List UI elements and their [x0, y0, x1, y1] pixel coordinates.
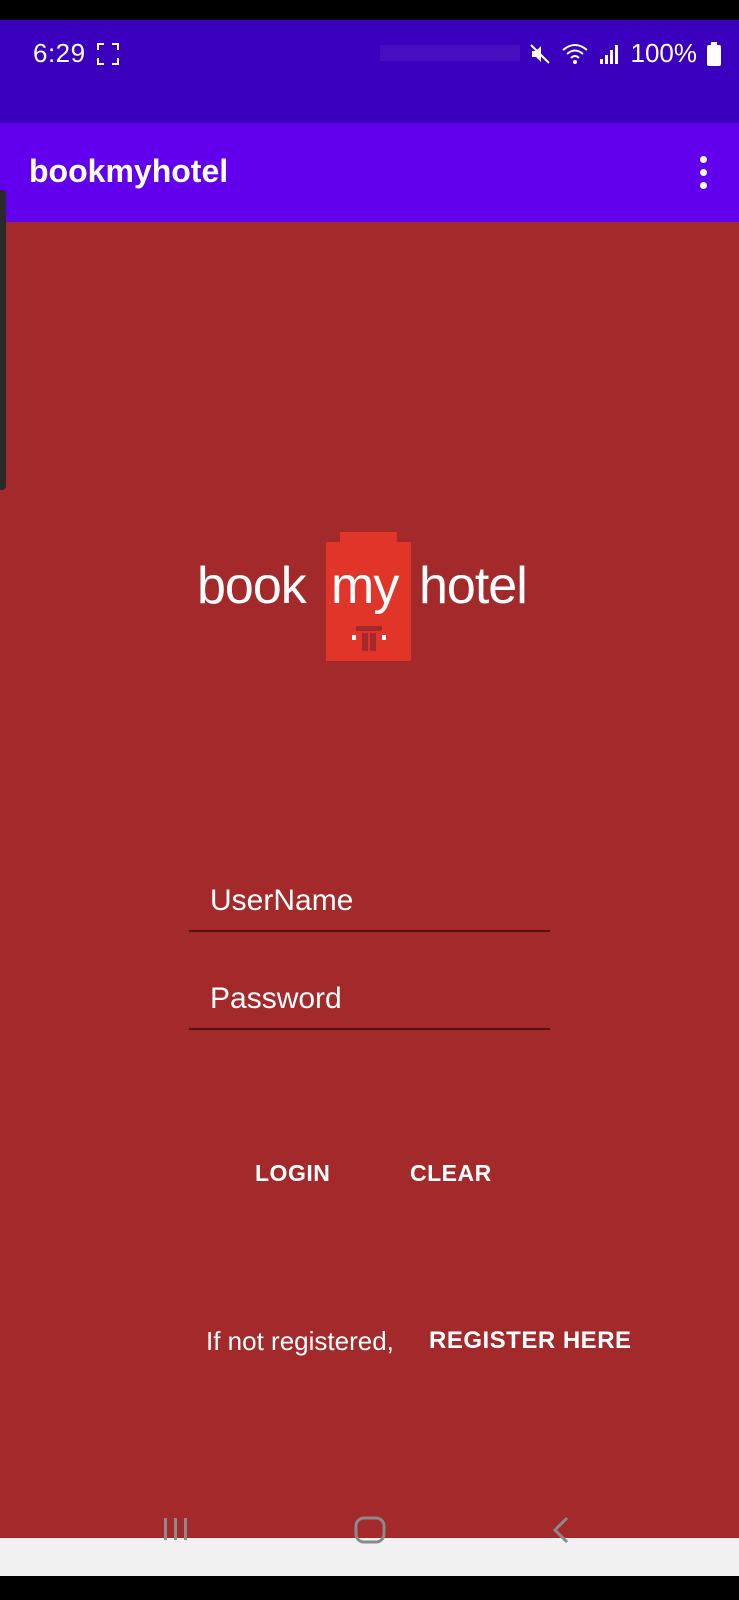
menu-dot — [699, 168, 707, 176]
register-prompt: If not registered, — [206, 1326, 394, 1356]
logo-word-book: book — [197, 557, 307, 615]
register-here-button[interactable]: REGISTER HERE — [423, 1319, 638, 1363]
password-input[interactable] — [189, 970, 550, 1028]
battery-icon — [707, 41, 721, 66]
wifi-icon — [561, 42, 589, 66]
password-field[interactable] — [189, 970, 550, 1030]
status-strip — [380, 45, 520, 61]
app-bar: bookmyhotel — [0, 123, 739, 222]
screenshot-icon — [97, 43, 119, 65]
signal-icon — [599, 43, 621, 65]
clear-button[interactable]: CLEAR — [404, 1152, 498, 1195]
username-input[interactable] — [189, 872, 550, 930]
logo-word-my: my — [331, 557, 399, 615]
status-icons: 100% — [529, 38, 721, 69]
back-icon[interactable] — [551, 1516, 571, 1549]
status-bar: 6:29 100% — [0, 20, 739, 123]
login-screen: book my hotel LOGIN CLEAR If not registe… — [0, 222, 739, 1538]
edge-panel-handle[interactable] — [0, 190, 6, 490]
mute-icon — [529, 43, 551, 65]
hotel-door-icon — [352, 626, 386, 651]
logo-word-hotel: hotel — [419, 557, 528, 615]
menu-dot — [699, 155, 707, 163]
recents-icon[interactable] — [162, 1516, 190, 1547]
bottom-bezel — [0, 1576, 739, 1600]
status-time: 6:29 — [33, 38, 86, 68]
login-button[interactable]: LOGIN — [249, 1152, 336, 1195]
bookmyhotel-logo: book my hotel — [195, 532, 545, 667]
app-title: bookmyhotel — [29, 153, 229, 189]
username-field[interactable] — [189, 872, 550, 932]
menu-dot — [699, 181, 707, 189]
home-icon[interactable] — [354, 1516, 386, 1549]
more-vert-icon[interactable] — [685, 149, 721, 195]
battery-percent: 100% — [630, 38, 698, 68]
top-bezel — [0, 0, 739, 20]
